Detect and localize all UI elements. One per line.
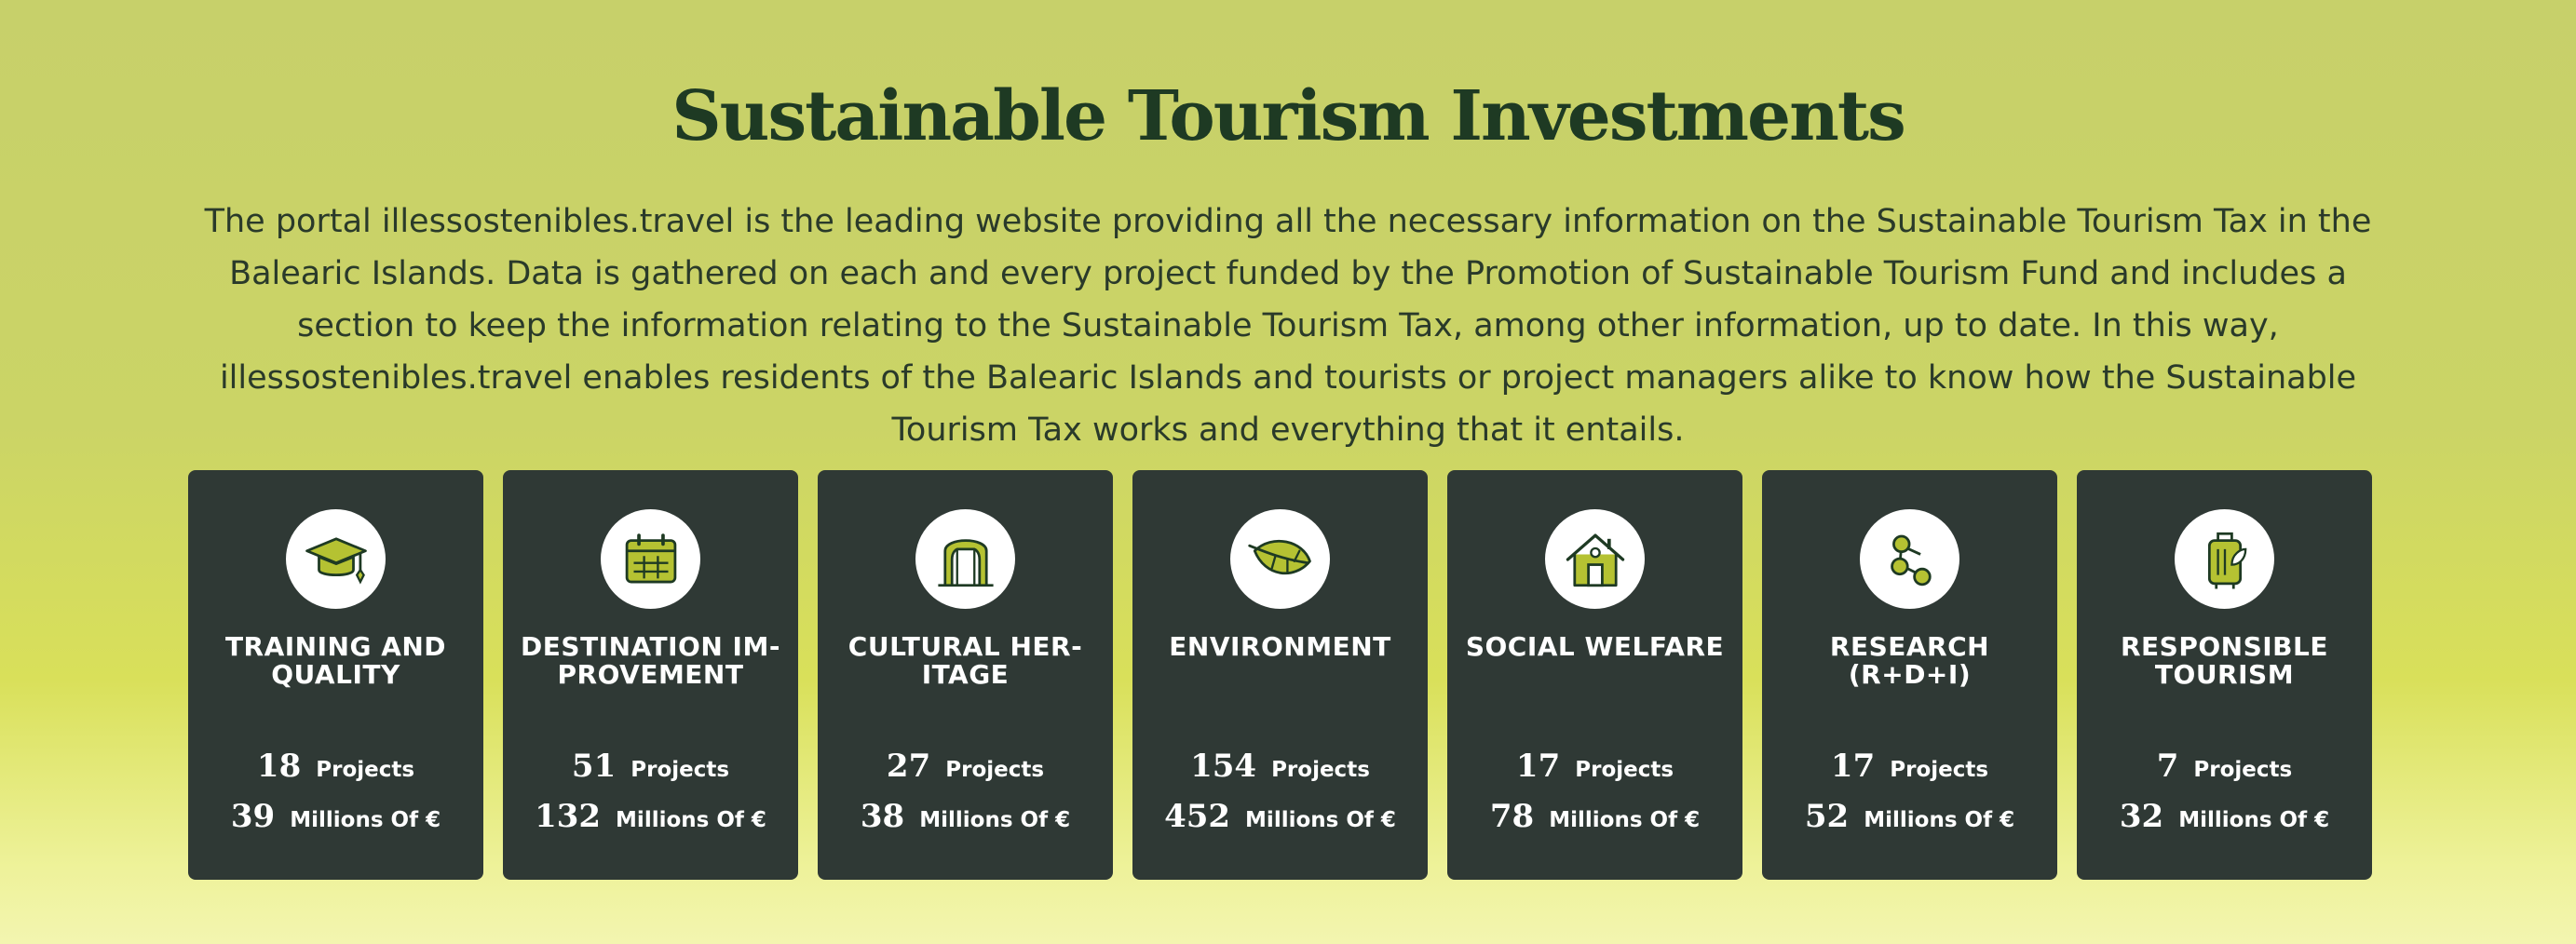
- card-title: TRAINING AND QUALITY: [224, 631, 447, 690]
- projects-label: Projects: [945, 758, 1045, 782]
- projects-stat: 27 Projects: [818, 748, 1113, 785]
- millions-amount: 132: [535, 798, 602, 835]
- projects-count: 17: [1515, 748, 1561, 785]
- millions-stat: 32 Millions Of €: [2077, 798, 2372, 835]
- suitcase-icon: [2175, 509, 2274, 609]
- network-icon: [1860, 509, 1959, 609]
- millions-label: Millions Of €: [1864, 808, 2015, 832]
- card-cultural-heritage[interactable]: CULTURAL HER-ITAGE 27 Projects 38 Millio…: [818, 470, 1113, 880]
- card-title: CULTURAL HER-ITAGE: [847, 631, 1083, 690]
- projects-stat: 7 Projects: [2077, 748, 2372, 785]
- millions-amount: 39: [230, 798, 276, 835]
- page-title: Sustainable Tourism Investments: [671, 76, 1906, 156]
- millions-stat: 452 Millions Of €: [1132, 798, 1428, 835]
- projects-stat: 17 Projects: [1762, 748, 2057, 785]
- card-responsible-tourism[interactable]: RESPONSIBLE TOURISM 7 Projects 32 Millio…: [2077, 470, 2372, 880]
- millions-label: Millions Of €: [919, 808, 1071, 832]
- projects-count: 18: [256, 748, 302, 785]
- projects-count: 154: [1190, 748, 1257, 785]
- projects-count: 27: [886, 748, 931, 785]
- millions-amount: 52: [1804, 798, 1850, 835]
- millions-stat: 78 Millions Of €: [1447, 798, 1742, 835]
- card-title: RESPONSIBLE TOURISM: [2120, 631, 2328, 690]
- millions-stat: 39 Millions Of €: [188, 798, 483, 835]
- projects-count: 51: [571, 748, 617, 785]
- card-social-welfare[interactable]: SOCIAL WELFARE 17 Projects 78 Millions O…: [1447, 470, 1742, 880]
- leaf-icon: [1230, 509, 1330, 609]
- card-title: DESTINATION IM-PROVEMENT: [521, 631, 780, 690]
- projects-label: Projects: [316, 758, 415, 782]
- millions-amount: 32: [2119, 798, 2164, 835]
- millions-amount: 38: [860, 798, 905, 835]
- millions-label: Millions Of €: [1549, 808, 1701, 832]
- card-title: RESEARCH (R+D+I): [1829, 631, 1990, 690]
- millions-label: Millions Of €: [1245, 808, 1396, 832]
- millions-label: Millions Of €: [616, 808, 766, 832]
- projects-label: Projects: [1271, 758, 1370, 782]
- monument-icon: [915, 509, 1015, 609]
- projects-count: 7: [2156, 748, 2179, 785]
- millions-stat: 38 Millions Of €: [818, 798, 1113, 835]
- calendar-icon: [601, 509, 700, 609]
- projects-count: 17: [1830, 748, 1876, 785]
- card-title: ENVIRONMENT: [1169, 631, 1391, 662]
- card-title: SOCIAL WELFARE: [1465, 631, 1725, 662]
- projects-stat: 17 Projects: [1447, 748, 1742, 785]
- projects-label: Projects: [1890, 758, 1989, 782]
- card-destination-improvement[interactable]: DESTINATION IM-PROVEMENT 51 Projects 132…: [503, 470, 798, 880]
- projects-label: Projects: [630, 758, 730, 782]
- millions-label: Millions Of €: [2178, 808, 2330, 832]
- millions-label: Millions Of €: [290, 808, 441, 832]
- intro-paragraph: The portal illessostenibles.travel is th…: [204, 203, 2372, 449]
- millions-amount: 452: [1164, 798, 1231, 835]
- millions-stat: 52 Millions Of €: [1762, 798, 2057, 835]
- millions-stat: 132 Millions Of €: [503, 798, 798, 835]
- projects-label: Projects: [1575, 758, 1674, 782]
- graduation-cap-icon: [286, 509, 386, 609]
- card-environment[interactable]: ENVIRONMENT 154 Projects 452 Millions Of…: [1132, 470, 1428, 880]
- house-icon: [1545, 509, 1645, 609]
- projects-stat: 154 Projects: [1132, 748, 1428, 785]
- card-training-quality[interactable]: TRAINING AND QUALITY 18 Projects 39 Mill…: [188, 470, 483, 880]
- projects-stat: 18 Projects: [188, 748, 483, 785]
- projects-stat: 51 Projects: [503, 748, 798, 785]
- projects-label: Projects: [2193, 758, 2293, 782]
- millions-amount: 78: [1489, 798, 1535, 835]
- investment-cards: TRAINING AND QUALITY 18 Projects 39 Mill…: [188, 470, 2372, 880]
- card-research[interactable]: RESEARCH (R+D+I) 17 Projects 52 Millions…: [1762, 470, 2057, 880]
